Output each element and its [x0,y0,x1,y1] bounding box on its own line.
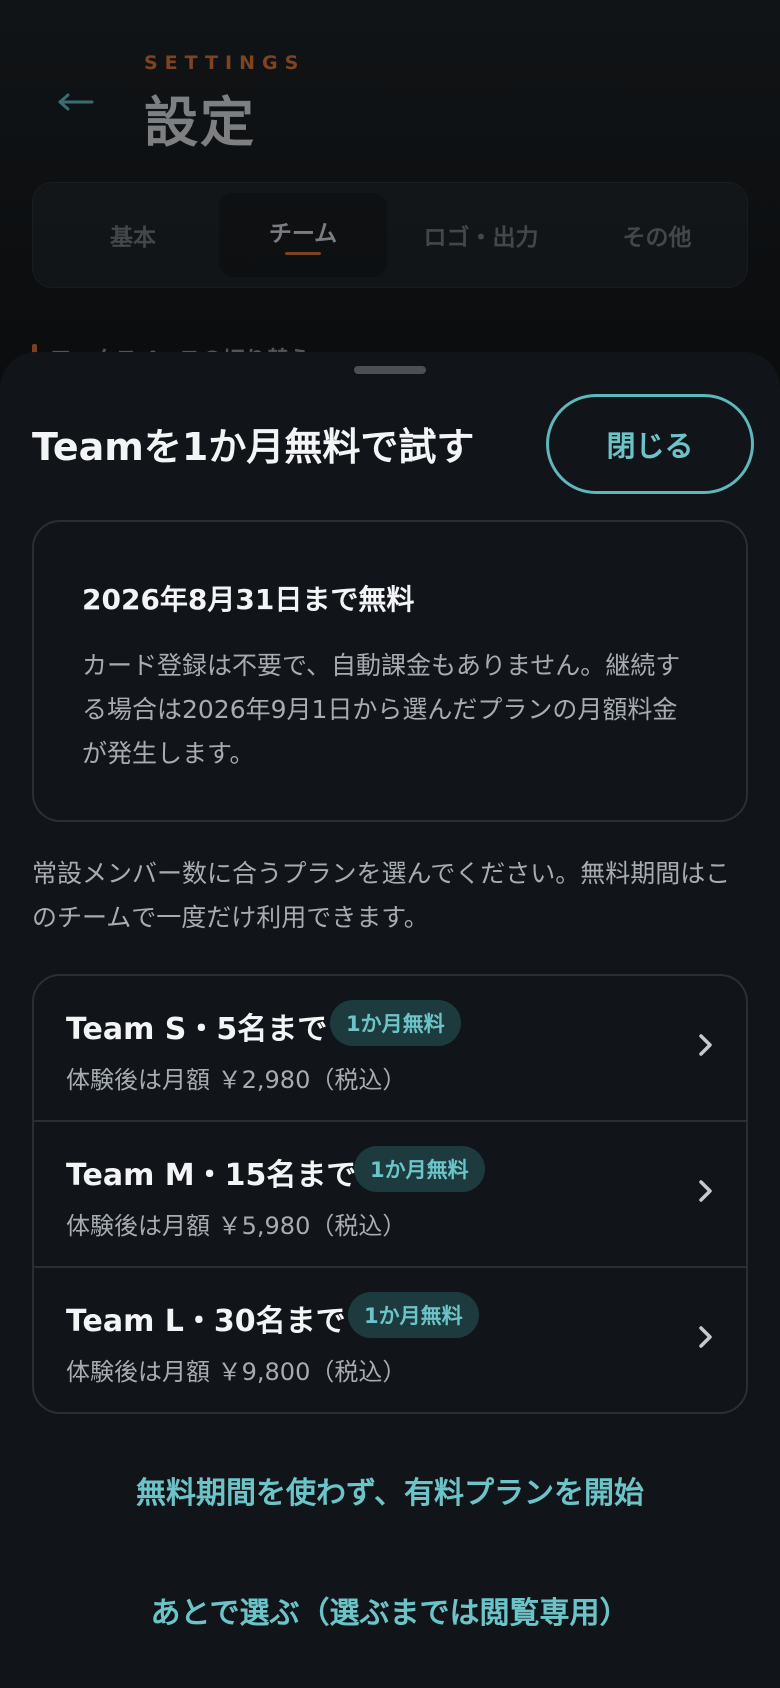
back-button[interactable] [50,80,102,124]
plan-name: Team M・15名まで [66,1158,357,1193]
plan-price: 体験後は月額 ￥5,980（税込） [66,1212,407,1240]
tab-label: その他 [622,225,692,251]
plan-row-team-m[interactable]: Team M・15名まで 1か月無料 体験後は月額 ￥5,980（税込） [34,1122,746,1268]
trial-badge: 1か月無料 [330,1000,461,1046]
tab-logo-output[interactable]: ロゴ・出力 [397,193,565,277]
tab-label: チーム [268,221,338,247]
start-paid-plan-link[interactable]: 無料期間を使わず、有料プランを開始 [0,1468,780,1512]
plan-row-team-s[interactable]: Team S・5名まで 1か月無料 体験後は月額 ￥2,980（税込） [34,976,746,1122]
free-period-title: 2026年8月31日まで無料 [82,583,415,616]
settings-tabbar: 基本 チーム ロゴ・出力 その他 [32,182,748,288]
arrow-left-icon [58,93,94,111]
page-eyebrow: SETTINGS [144,52,306,74]
trial-bottom-sheet: Teamを1か月無料で試す 閉じる 2026年8月31日まで無料 カード登録は不… [0,352,780,1688]
free-period-card: 2026年8月31日まで無料 カード登録は不要で、自動課金もありません。継続する… [32,520,748,822]
active-tab-indicator [285,252,321,255]
free-period-description: カード登録は不要で、自動課金もありません。継続する場合は2026年9月1日から選… [82,651,681,768]
tab-team[interactable]: チーム [219,193,387,277]
tab-other[interactable]: その他 [573,193,741,277]
page-title: 設定 [144,91,256,154]
tab-label: 基本 [110,225,156,251]
plan-row-team-l[interactable]: Team L・30名まで 1か月無料 体験後は月額 ￥9,800（税込） [34,1268,746,1412]
trial-badge: 1か月無料 [354,1146,485,1192]
chevron-right-icon [699,1326,712,1348]
close-button[interactable]: 閉じる [546,394,754,494]
plan-name: Team S・5名まで [66,1012,328,1047]
tab-basic[interactable]: 基本 [49,193,217,277]
plan-name: Team L・30名まで [66,1304,346,1339]
plan-list: Team S・5名まで 1か月無料 体験後は月額 ￥2,980（税込） Team… [32,974,748,1414]
choose-later-link[interactable]: あとで選ぶ（選ぶまでは閲覧専用） [0,1588,780,1632]
sheet-title: Teamを1か月無料で試す [32,425,475,469]
trial-badge: 1か月無料 [348,1292,479,1338]
plan-price: 体験後は月額 ￥9,800（税込） [66,1358,407,1386]
sheet-drag-handle[interactable] [354,366,426,374]
chevron-right-icon [699,1180,712,1202]
plan-intro-text: 常設メンバー数に合うプランを選んでください。無料期間はこのチームで一度だけ利用で… [32,859,731,932]
settings-screen: SETTINGS 設定 基本 チーム ロゴ・出力 その他 ワークスペースの切り替… [0,0,780,1688]
tab-label: ロゴ・出力 [423,225,539,251]
chevron-right-icon [699,1034,712,1056]
plan-price: 体験後は月額 ￥2,980（税込） [66,1066,407,1094]
